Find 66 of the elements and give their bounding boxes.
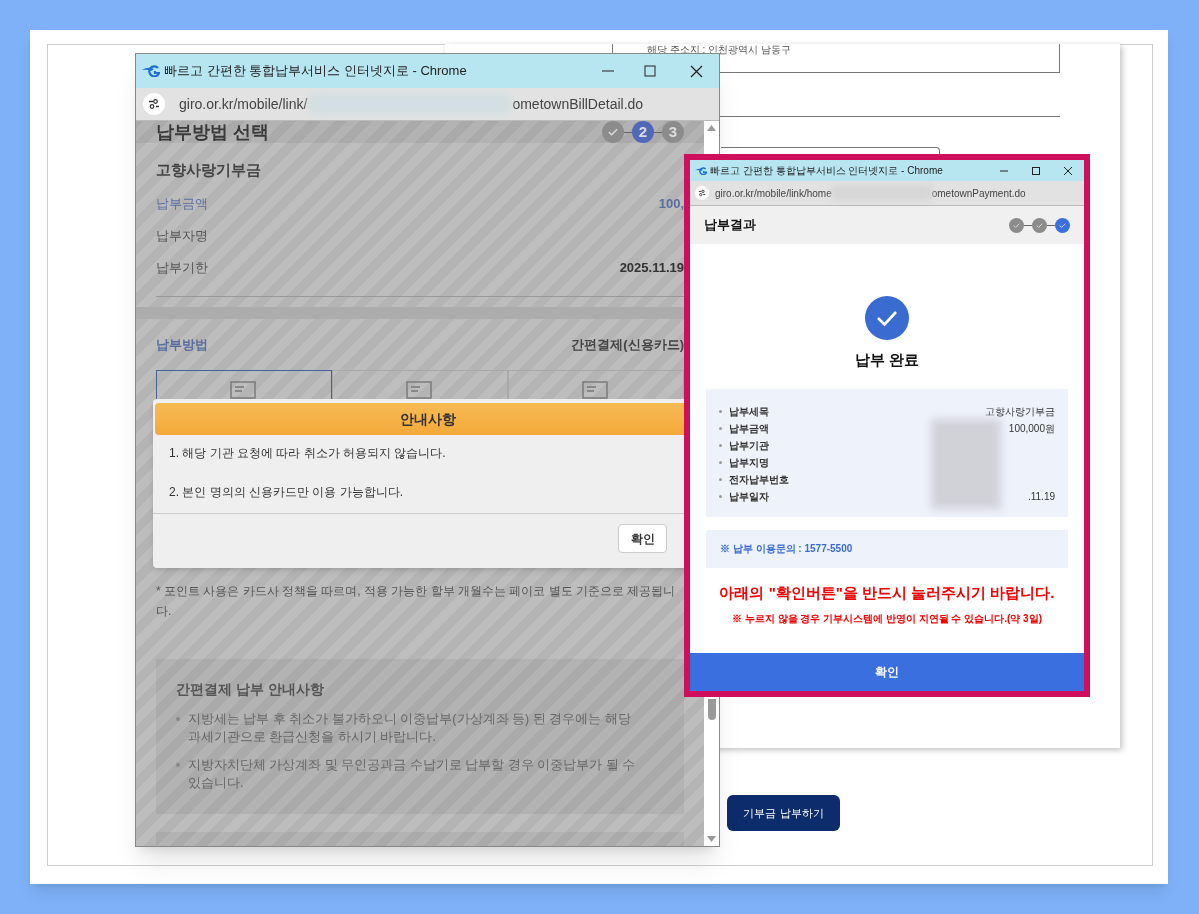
card-icon [582,381,610,399]
window-title: 빠르고 간편한 통합납부서비스 인터넷지로 - Chrome [164,62,467,81]
warning-note: ※ 누르지 않을 경우 기부시스템에 반영이 지연될 수 있습니다.(약 3일) [732,612,1042,626]
check-circle-icon [865,296,909,340]
guide-item: 지방자치단체 가상계좌 및 무인공과금 수납기로 납부할 경우 이중납부가 될 수 있습니다. [188,757,637,792]
bullet-icon [176,717,180,721]
address-bar[interactable]: giro.or.kr/mobile/link/home ometownPayment.do [690,181,1084,206]
field-label: 납부자명 [156,226,208,245]
field-label: 납부기한 [156,258,208,277]
bullet-icon [719,460,722,464]
status-text: 납부 완료 [854,350,920,370]
confirm-button[interactable]: 확인 [690,653,1084,691]
detail-label: 납부지명 [729,455,769,470]
note-text: * 포인트 사용은 카드사 정책을 따르며, 적용 가능한 할부 개월수는 페이코 별도 기준으로 제공됩니다. [156,583,676,620]
guide-item: 지방세는 납부 후 취소가 불가하오니 이중납부(가상계좌 등) 된 경우에는 해당 과세기관으로 환급신청을 하시기 바랍니다. [188,711,632,746]
bullet-icon [719,409,722,413]
scroll-up-icon[interactable] [707,125,716,131]
bullet-icon [719,426,722,430]
detail-label: 납부금액 [729,421,769,436]
bullet-icon [719,443,722,447]
close-icon[interactable] [690,64,703,78]
warning-text: 아래의 "확인버튼"을 반드시 눌러주시기 바랍니다. [719,582,1055,603]
method-value: 간편결제(신용카드) [571,335,684,354]
detail-value: 고향사랑기부금 [985,404,1055,419]
logo-icon [142,65,160,77]
url-text: giro.or.kr/mobile/link/ [179,94,308,114]
guide-title: 간편결제 납부 안내사항 [176,680,325,699]
scroll-down-icon[interactable] [707,836,716,842]
bullet-icon [719,477,722,481]
bullet-icon [176,763,180,767]
site-settings-icon[interactable] [695,186,709,200]
donate-button[interactable]: 기부금 납부하기 [727,795,840,831]
dialog-text: 2. 본인 명의의 신용카드만 이용 가능합니다. [169,484,404,501]
close-icon[interactable] [1064,166,1072,175]
card-icon [406,381,434,399]
step-indicator: 3 [662,121,684,143]
url-text: ometownPayment.do [931,186,1026,201]
field-value: 100, [658,194,684,213]
maximize-icon[interactable] [644,65,656,77]
detail-value: 100,000원 [1008,421,1055,436]
field-label: 납부금액 [156,194,208,213]
detail-label: 납부세목 [729,404,769,419]
input-field[interactable] [721,147,940,154]
logo-icon [695,166,707,175]
detail-label: 전자납부번호 [729,472,789,487]
dialog-text: 1. 해당 기관 요청에 따라 취소가 허용되지 않습니다. [169,445,447,462]
url-text: ometownBillDetail.do [512,94,644,114]
address-bar[interactable]: giro.or.kr/mobile/link/ ometownBillDetail.do [136,88,719,121]
card-icon [230,381,258,399]
contact-text: ※ 납부 이용문의 : 1577-5500 [720,542,853,556]
page-heading: 납부방법 선택 [156,121,269,143]
detail-label: 납부기관 [729,438,769,453]
maximize-icon[interactable] [1032,166,1040,175]
bullet-icon [719,494,722,498]
section-title: 고향사랑기부금 [156,160,262,180]
site-settings-icon[interactable] [143,93,165,115]
field-value: 2025.11.19 [619,258,684,277]
scrollbar-thumb[interactable] [707,699,716,720]
method-label: 납부방법 [156,335,208,354]
step-indicator: 2 [632,121,654,143]
window-title: 빠르고 간편한 통합납부서비스 인터넷지로 - Chrome [710,164,943,178]
page-heading: 납부결과 [704,216,756,235]
url-text: giro.or.kr/mobile/link/home [715,186,832,201]
confirm-button[interactable]: 확인 [618,524,667,553]
detail-label: 납부일자 [729,489,769,504]
detail-value: .11.19 [1027,489,1055,504]
